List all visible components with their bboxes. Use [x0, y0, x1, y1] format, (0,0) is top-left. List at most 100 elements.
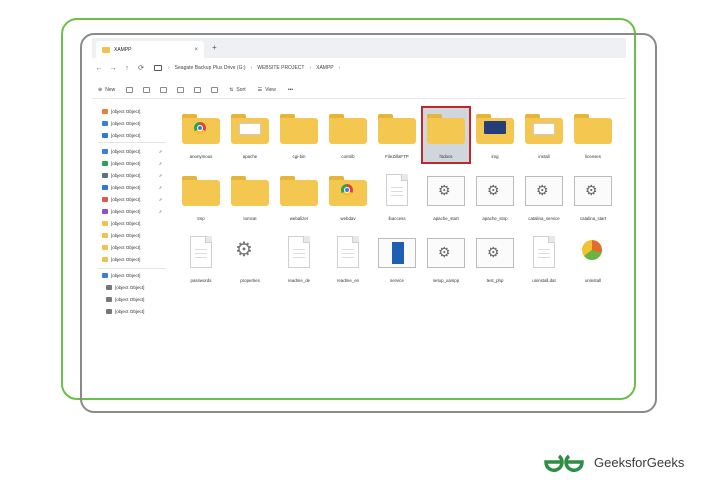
close-icon[interactable]: × [194, 47, 198, 53]
sidebar-item[interactable]: [object Object] [102, 254, 170, 264]
refresh-icon[interactable]: ⟳ [134, 64, 148, 72]
chrome-icon [194, 122, 206, 134]
file-item[interactable]: cgi-bin [276, 108, 322, 166]
file-name: licenses [585, 154, 601, 159]
tab-xampp[interactable]: XAMPP × [96, 41, 204, 58]
file-item[interactable]: readme_en [325, 232, 371, 290]
file-name: readme_de [287, 278, 311, 283]
file-name: cgi-bin [292, 154, 306, 159]
sidebar-item[interactable]: [object Object] [102, 106, 170, 116]
file-item[interactable]: uninstall.dat [521, 232, 567, 290]
rename-icon[interactable] [177, 87, 185, 93]
file-item[interactable]: htdocs [421, 106, 471, 166]
file-item[interactable]: webdav [325, 170, 371, 228]
folder-icon [102, 120, 108, 126]
folder-icon [102, 196, 108, 202]
pin-icon: ⇗ [158, 148, 162, 154]
view-button[interactable]: ☰ View [258, 87, 276, 93]
file-item[interactable]: tomcat [227, 170, 273, 228]
folder-icon [329, 176, 367, 206]
new-button[interactable]: ⊕ New [98, 87, 115, 93]
sidebar-item[interactable]: [object Object] ⇗ [102, 158, 170, 168]
sidebar-item[interactable]: [object Object] [102, 130, 170, 140]
pin-icon: ⇗ [158, 208, 162, 214]
file-item[interactable]: install [521, 108, 567, 166]
sidebar-item[interactable]: [object Object] ⇗ [102, 206, 170, 216]
copy-icon[interactable] [143, 87, 151, 93]
forward-icon[interactable]: → [106, 65, 120, 72]
file-name: install [538, 154, 550, 159]
sidebar-item-label: [object Object] [111, 184, 141, 190]
up-icon[interactable]: ↑ [120, 65, 134, 72]
file-item[interactable]: ⚙ apache_stop [472, 170, 518, 228]
file-item[interactable]: uninstall [570, 232, 616, 290]
breadcrumb-drive[interactable]: Seagate Backup Plus Drive (G:) [175, 65, 246, 71]
file-item[interactable]: ⚙ catalina_service [521, 170, 567, 228]
sidebar-item[interactable]: [object Object] [102, 270, 170, 280]
file-name: setup_xampp [432, 278, 460, 283]
paste-icon[interactable] [160, 87, 168, 93]
new-tab-button[interactable]: + [212, 43, 217, 52]
file-item[interactable]: tmp [178, 170, 224, 228]
sidebar-item[interactable]: [object Object] [102, 218, 170, 228]
file-item[interactable]: licenses [570, 108, 616, 166]
breadcrumb-xampp[interactable]: XAMPP [316, 65, 334, 71]
file-item[interactable]: FileZillaFTP [374, 108, 420, 166]
geeksforgeeks-logo: GeeksforGeeks [540, 448, 710, 476]
view-icon: ☰ [257, 87, 263, 93]
file-name: catalina_start [579, 216, 607, 221]
file-name: FileZillaFTP [385, 154, 409, 159]
batch-file-icon: ⚙ [525, 176, 563, 206]
delete-icon[interactable] [211, 87, 219, 93]
file-item[interactable]: webalizer [276, 170, 322, 228]
file-item[interactable]: ibaccess [374, 170, 420, 228]
file-item[interactable]: contrib [325, 108, 371, 166]
brand-name: GeeksforGeeks [594, 454, 685, 470]
plus-icon: ⊕ [98, 87, 103, 93]
batch-file-icon: ⚙ [427, 238, 465, 268]
folder-icon [102, 108, 108, 114]
sidebar-item-label: [object Object] [111, 232, 141, 238]
file-item[interactable]: img [472, 108, 518, 166]
file-item[interactable]: ⚙ catalina_start [570, 170, 616, 228]
back-icon[interactable]: ← [92, 65, 106, 72]
more-button[interactable]: ••• [288, 87, 293, 93]
sort-button[interactable]: ⇅ Sort [229, 87, 245, 93]
file-item[interactable]: ⚙ test_php [472, 232, 518, 290]
file-item[interactable]: readme_de [276, 232, 322, 290]
sidebar-item-label: [object Object] [111, 256, 141, 262]
settings-file-icon: ⚙ [235, 239, 253, 261]
folder-icon [329, 114, 367, 144]
file-item[interactable]: ⚙ apache_start [423, 170, 469, 228]
folder-icon [102, 208, 108, 214]
sidebar-item[interactable]: [object Object] [102, 242, 170, 252]
folder-icon [102, 172, 108, 178]
folder-icon [574, 114, 612, 144]
file-item[interactable]: service [374, 232, 420, 290]
share-icon[interactable] [194, 87, 202, 93]
file-icon [386, 174, 408, 206]
file-item[interactable]: apache [227, 108, 273, 166]
sidebar-item[interactable]: [object Object] [102, 118, 170, 128]
file-item[interactable]: ⚙ setup_xampp [423, 232, 469, 290]
folder-icon [106, 308, 112, 314]
file-item[interactable]: anonymous [178, 108, 224, 166]
breadcrumb-separator: › [309, 65, 312, 71]
sidebar-item[interactable]: [object Object] ⇗ [102, 146, 170, 156]
folder-icon [182, 176, 220, 206]
sidebar-item[interactable]: [object Object] ⇗ [102, 170, 170, 180]
cut-icon[interactable] [126, 87, 134, 93]
sidebar-item[interactable]: [object Object] [106, 282, 174, 292]
sidebar-item[interactable]: [object Object] [106, 306, 174, 316]
folder-icon [102, 220, 108, 226]
sidebar-item[interactable]: [object Object] ⇗ [102, 194, 170, 204]
file-item[interactable]: ⚙ properties [227, 232, 273, 290]
sidebar-item[interactable]: [object Object] [106, 294, 174, 304]
folder-icon [102, 184, 108, 190]
breadcrumb-website-project[interactable]: WEBSITE PROJECT [257, 65, 304, 71]
sidebar-item[interactable]: [object Object] [102, 230, 170, 240]
file-name: webalizer [289, 216, 309, 221]
file-name: passwords [190, 278, 212, 283]
file-item[interactable]: passwords [178, 232, 224, 290]
sidebar-item[interactable]: [object Object] ⇗ [102, 182, 170, 192]
